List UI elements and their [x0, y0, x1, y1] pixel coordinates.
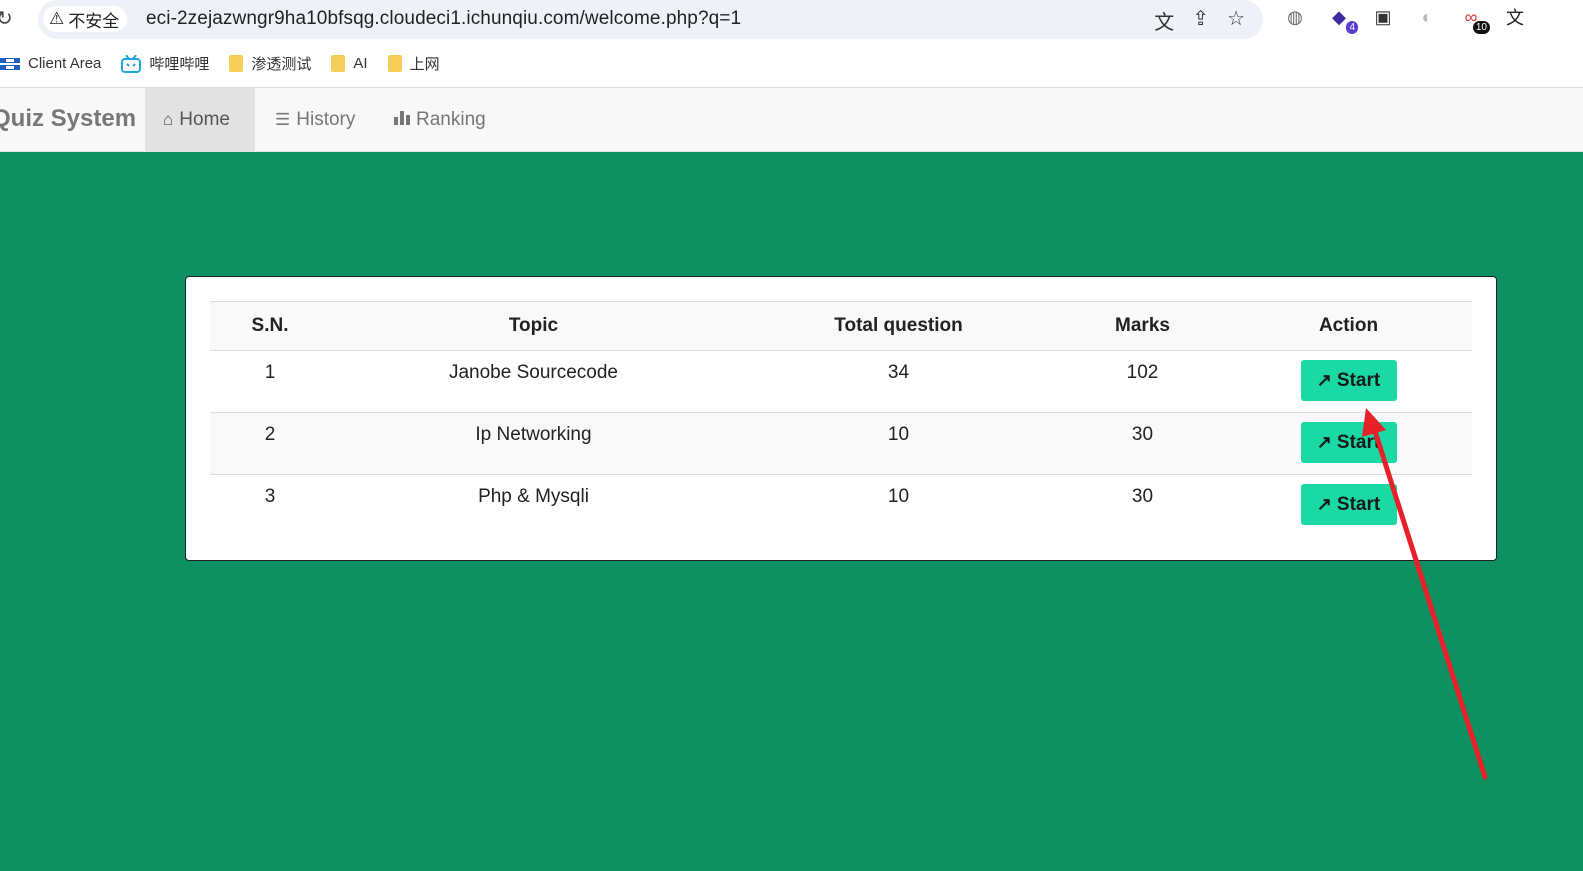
start-button[interactable]: ↗ Start	[1300, 484, 1397, 525]
quiz-panel: S.N. Topic Total question Marks Action 1…	[185, 276, 1497, 561]
bilibili-icon	[121, 53, 142, 73]
swirl-extension-icon[interactable]: ◐	[1416, 6, 1438, 28]
bookmark-client-area[interactable]: Client Area	[0, 55, 101, 72]
cell-sn: 2	[210, 412, 330, 475]
reload-icon[interactable]: ↻	[0, 6, 13, 31]
cell-topic: Ip Networking	[330, 412, 737, 475]
security-indicator[interactable]: ⚠ 不安全	[43, 6, 128, 32]
extension-badge: 10	[1472, 21, 1490, 34]
list-icon: ☰	[275, 109, 291, 129]
start-label: Start	[1336, 493, 1381, 515]
cell-action: ↗ Start	[1225, 475, 1472, 537]
external-link-icon: ↗	[1316, 494, 1332, 514]
folder-icon	[331, 55, 346, 72]
cell-marks: 30	[1060, 412, 1225, 475]
url-text[interactable]: eci-2zejazwngr9ha10bfsqg.cloudeci1.ichun…	[146, 8, 741, 30]
address-bar[interactable]: ⚠ 不安全 eci-2zejazwngr9ha10bfsqg.cloudeci1…	[38, 0, 1263, 39]
site-brand[interactable]: Quiz System	[0, 105, 136, 133]
nav-home[interactable]: ⌂ Home	[145, 88, 255, 151]
bookmark-label: Client Area	[28, 55, 102, 72]
extension-badge: 4	[1346, 21, 1358, 34]
cell-total: 10	[887, 486, 910, 507]
bookmark-ai-folder[interactable]: AI	[331, 55, 368, 72]
stack-extension-icon[interactable]: ◆ 4	[1328, 6, 1358, 34]
folder-icon	[229, 55, 244, 72]
nav-label: History	[296, 108, 356, 130]
globe-extension-icon[interactable]: ◍	[1284, 6, 1306, 28]
table-row: 1 Janobe Sourcecode 34 102 ↗ Start	[210, 350, 1472, 413]
nav-history[interactable]: ☰ History	[257, 88, 373, 151]
nav-label: Home	[179, 108, 230, 130]
column-header-action: Action	[1225, 301, 1472, 351]
table-header-row: S.N. Topic Total question Marks Action	[210, 301, 1472, 351]
external-link-icon: ↗	[1316, 432, 1332, 452]
external-link-icon: ↗	[1316, 370, 1332, 390]
bar-chart-icon	[394, 109, 410, 130]
cell-topic: Janobe Sourcecode	[330, 350, 737, 413]
start-label: Start	[1336, 431, 1381, 453]
site-navbar: Quiz System ⌂ Home ☰ History Ranking	[0, 88, 1583, 152]
cell-sn: 3	[264, 486, 276, 507]
cell-marks: 102	[1060, 350, 1225, 413]
bookmark-bilibili[interactable]: 哔哩哔哩	[121, 53, 209, 74]
start-label: Start	[1336, 369, 1381, 391]
cell-topic: Php & Mysqli	[478, 486, 589, 507]
translate-extension-icon[interactable]: 文	[1504, 6, 1526, 28]
warning-icon: ⚠	[49, 9, 65, 28]
cell-total: 34	[737, 350, 1060, 413]
column-header-total-question: Total question	[737, 301, 1060, 351]
nav-ranking[interactable]: Ranking	[376, 88, 504, 151]
security-label: 不安全	[68, 11, 120, 31]
column-header-topic: Topic	[330, 301, 737, 351]
bookmark-label: 哔哩哔哩	[149, 56, 210, 73]
bookmark-pentest-folder[interactable]: 渗透测试	[229, 53, 311, 74]
robot-extension-icon[interactable]: ▣	[1372, 6, 1394, 28]
cell-marks: 30	[1131, 486, 1154, 507]
bookmark-internet-folder[interactable]: 上网	[387, 53, 440, 74]
cell-sn: 1	[210, 350, 330, 413]
translate-icon[interactable]: 文	[1154, 6, 1174, 35]
bookmark-label: AI	[353, 55, 368, 72]
quiz-table: S.N. Topic Total question Marks Action 1…	[210, 301, 1472, 537]
bookmark-label: 渗透测试	[251, 56, 312, 73]
column-header-sn: S.N.	[210, 301, 330, 351]
share-icon[interactable]: ⇪	[1192, 6, 1209, 35]
nav-label: Ranking	[416, 108, 486, 130]
table-row: 2 Ip Networking 10 30 ↗ Start	[210, 412, 1472, 475]
folder-icon	[387, 55, 402, 72]
bookmark-label: 上网	[409, 56, 440, 73]
cell-action: ↗ Start	[1225, 350, 1472, 413]
table-row: 3 Php & Mysqli 10 30 ↗ Start	[210, 475, 1472, 537]
start-button[interactable]: ↗ Start	[1300, 422, 1397, 463]
start-button[interactable]: ↗ Start	[1300, 360, 1397, 401]
browser-toolbar: ↻ ⚠ 不安全 eci-2zejazwngr9ha10bfsqg.cloudec…	[0, 0, 1583, 40]
home-icon: ⌂	[163, 109, 174, 129]
link-extension-icon[interactable]: ∞ 10	[1460, 6, 1490, 34]
bookmark-star-icon[interactable]: ☆	[1227, 6, 1245, 35]
bookmarks-bar: Client Area 哔哩哔哩 渗透测试 AI 上网	[0, 40, 1583, 88]
client-area-icon	[0, 56, 20, 72]
cell-total: 10	[737, 412, 1060, 475]
column-header-marks: Marks	[1060, 301, 1225, 351]
cell-action: ↗ Start	[1225, 412, 1472, 475]
